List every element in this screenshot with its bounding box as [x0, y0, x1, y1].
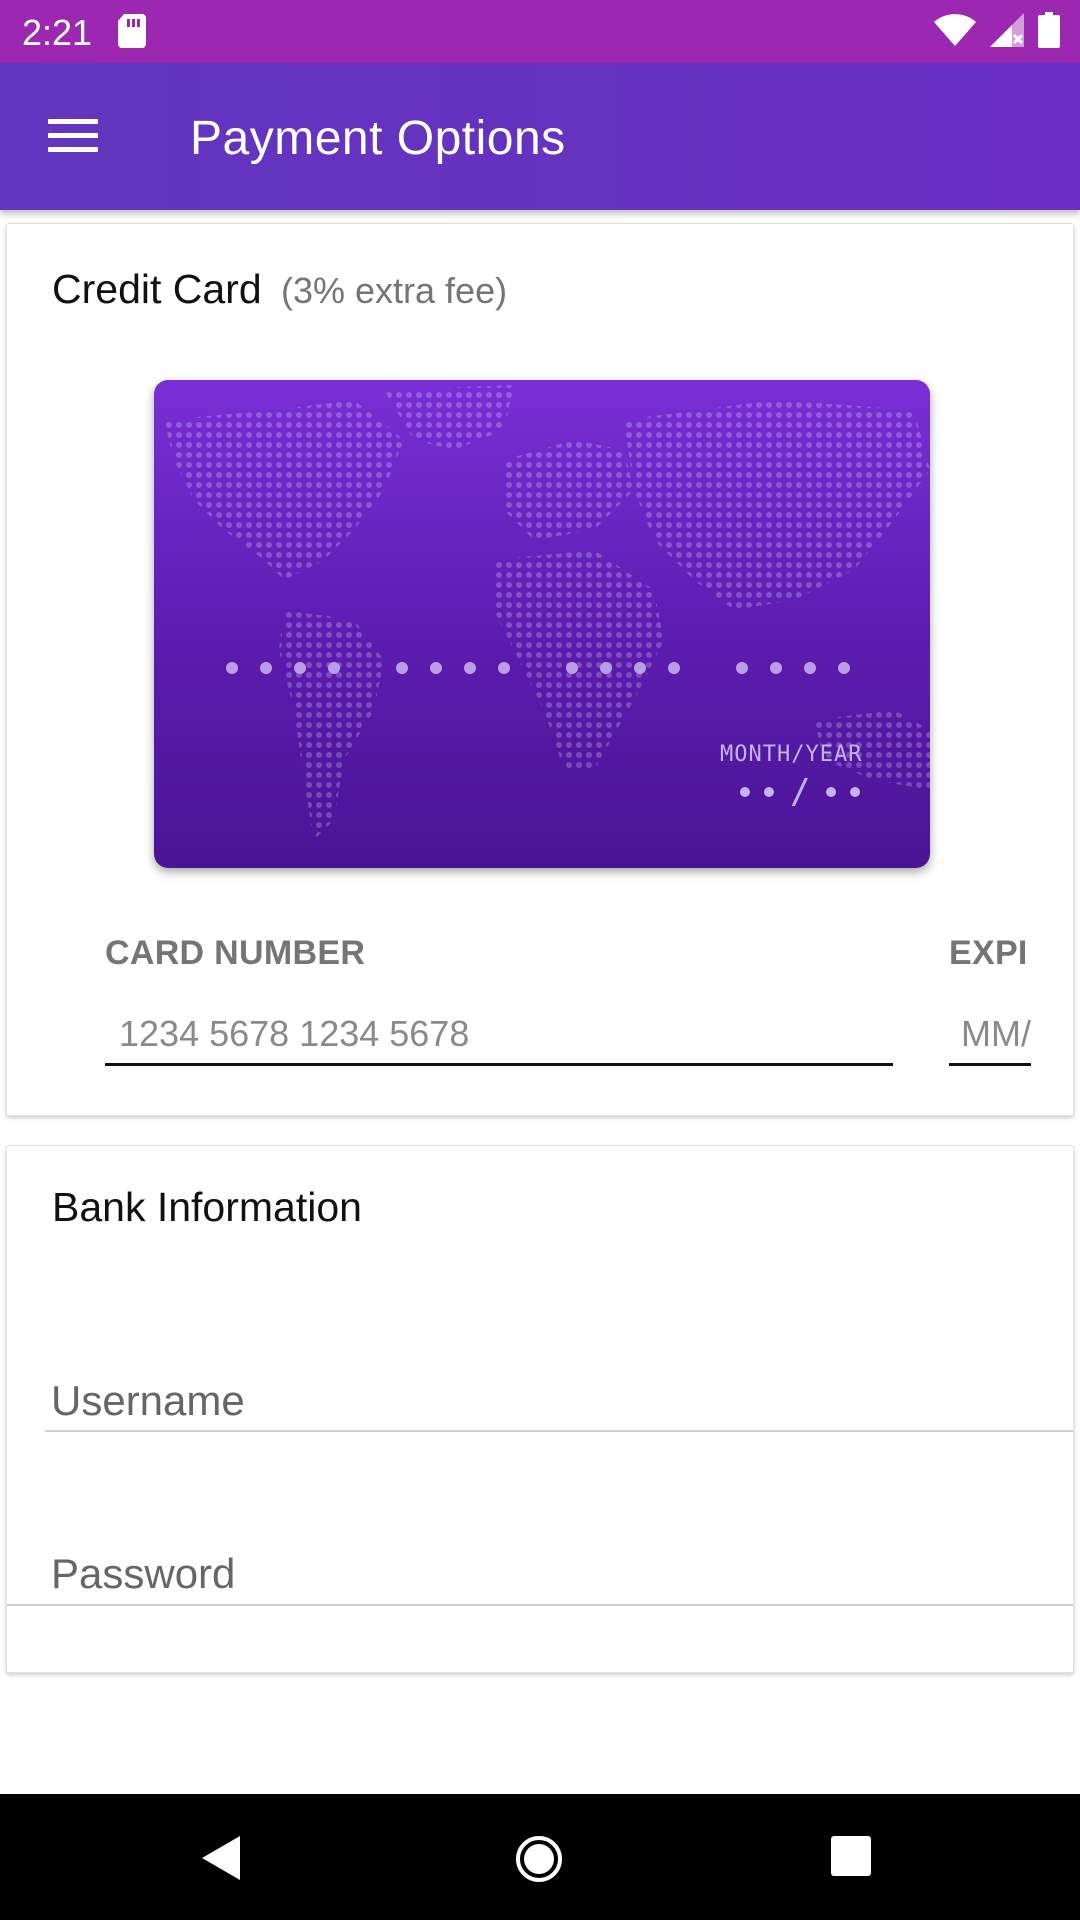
battery-icon	[1038, 12, 1060, 48]
menu-icon[interactable]	[48, 119, 98, 155]
expiry-label: EXPI	[949, 934, 1028, 972]
home-icon[interactable]	[514, 1834, 564, 1884]
page-title: Payment Options	[190, 112, 566, 165]
card-number-input[interactable]	[105, 1004, 893, 1066]
card-expiry-label: MONTH/YEAR	[720, 742, 863, 767]
navigation-bar	[0, 1794, 1080, 1920]
credit-card-preview: MONTH/YEAR /	[154, 380, 930, 868]
app-bar: Payment Options	[0, 63, 1080, 210]
credit-card-fee-note: (3% extra fee)	[281, 270, 508, 311]
credit-card-title: Credit Card	[52, 266, 262, 312]
card-number-mask	[226, 662, 850, 674]
expiry-input[interactable]	[949, 1004, 1031, 1066]
recent-apps-icon[interactable]	[830, 1834, 872, 1878]
username-input[interactable]	[45, 1372, 1073, 1432]
card-expiry-mask: /	[740, 772, 861, 812]
screen: 2:21 Payment Options Credit Card (3% ext…	[0, 0, 1080, 1920]
back-icon[interactable]	[200, 1834, 242, 1882]
bank-information-panel: Bank Information	[6, 1145, 1074, 1673]
wifi-icon	[934, 14, 976, 46]
status-icons	[934, 12, 1060, 48]
credit-card-panel: Credit Card (3% extra fee) MONTH/YEAR / …	[6, 223, 1074, 1116]
card-number-label: CARD NUMBER	[105, 934, 366, 972]
password-input[interactable]	[7, 1544, 1073, 1606]
status-bar: 2:21	[0, 0, 1080, 63]
sd-card-icon	[118, 14, 146, 48]
signal-icon	[990, 13, 1024, 47]
status-time: 2:21	[22, 12, 93, 53]
bank-information-title: Bank Information	[52, 1184, 362, 1230]
